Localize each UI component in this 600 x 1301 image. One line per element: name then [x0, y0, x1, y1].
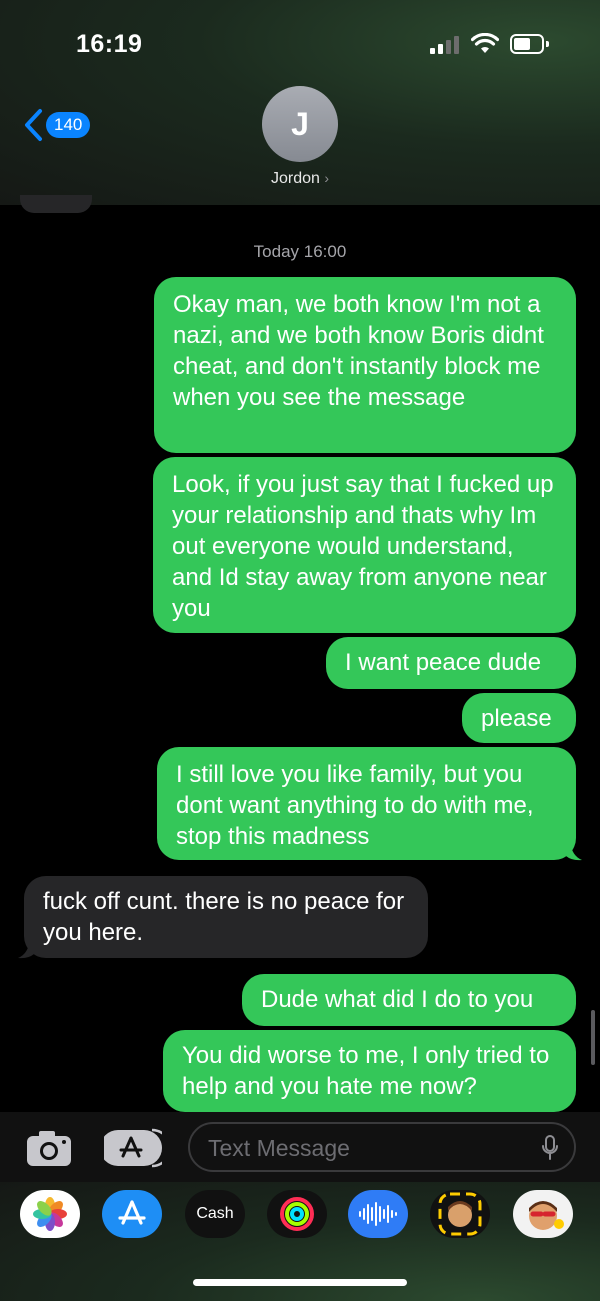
status-time: 16:19 [76, 30, 143, 58]
message-text: Dude what did I do to you [261, 986, 534, 1013]
memoji-app-icon[interactable] [430, 1190, 490, 1238]
message-input-placeholder: Text Message [208, 1135, 350, 1161]
message-text: fuck off cunt. there is no peace for you… [43, 888, 405, 946]
message-bubble-sent[interactable]: Look, if you just say that I fucked up y… [153, 457, 576, 633]
message-text: You did worse to me, I only tried to hel… [182, 1042, 550, 1100]
message-input[interactable]: Text Message [188, 1122, 576, 1172]
message-text: please [481, 705, 552, 732]
avatar-initial: J [291, 105, 309, 142]
battery-icon [510, 34, 549, 54]
microphone-icon[interactable] [542, 1135, 558, 1161]
message-text: Okay man, we both know I'm not a nazi, a… [173, 291, 544, 411]
previous-message-bubble [20, 195, 92, 213]
message-bubble-sent[interactable]: Dude what did I do to you [242, 974, 576, 1026]
message-bubble-sent[interactable]: I want peace dude [326, 637, 576, 689]
message-text: Look, if you just say that I fucked up y… [172, 471, 554, 622]
app-store-button[interactable] [104, 1128, 162, 1168]
back-button[interactable]: 140 [24, 108, 94, 144]
photos-app-icon[interactable] [20, 1190, 80, 1238]
chevron-left-icon [25, 109, 42, 141]
message-bubble-sent[interactable]: I still love you like family, but you do… [157, 747, 576, 860]
wifi-icon [471, 33, 499, 53]
message-text: I want peace dude [345, 649, 542, 676]
message-bubble-received[interactable]: fuck off cunt. there is no peace for you… [24, 876, 428, 958]
memoji-stickers-app-icon[interactable] [513, 1190, 573, 1238]
app-store-app-icon[interactable] [102, 1190, 162, 1238]
message-bubble-sent[interactable]: You did worse to me, I only tried to hel… [163, 1030, 576, 1112]
bubble-tail [18, 940, 34, 959]
contact-name: Jordon [270, 170, 320, 187]
apple-cash-app-icon[interactable]: Cash [185, 1190, 245, 1238]
chevron-right-icon: › [324, 170, 330, 186]
message-text: I still love you like family, but you do… [176, 761, 534, 850]
unread-count-badge: 140 [46, 112, 91, 138]
thread-timestamp: Today 16:00 [253, 242, 347, 261]
bubble-tail [566, 842, 582, 861]
message-bubble-sent[interactable]: please [462, 693, 576, 743]
home-indicator[interactable] [193, 1279, 407, 1286]
scroll-indicator[interactable] [591, 1010, 595, 1065]
message-bubble-sent[interactable]: Okay man, we both know I'm not a nazi, a… [154, 277, 576, 453]
cellular-signal-icon [430, 36, 462, 54]
contact-avatar[interactable]: J [262, 86, 338, 162]
contact-name-button[interactable]: Jordon › [0, 170, 600, 188]
cash-label: Cash [196, 1205, 234, 1222]
activity-app-icon[interactable] [267, 1190, 327, 1238]
audio-message-app-icon[interactable] [348, 1190, 408, 1238]
camera-button[interactable] [24, 1128, 74, 1168]
